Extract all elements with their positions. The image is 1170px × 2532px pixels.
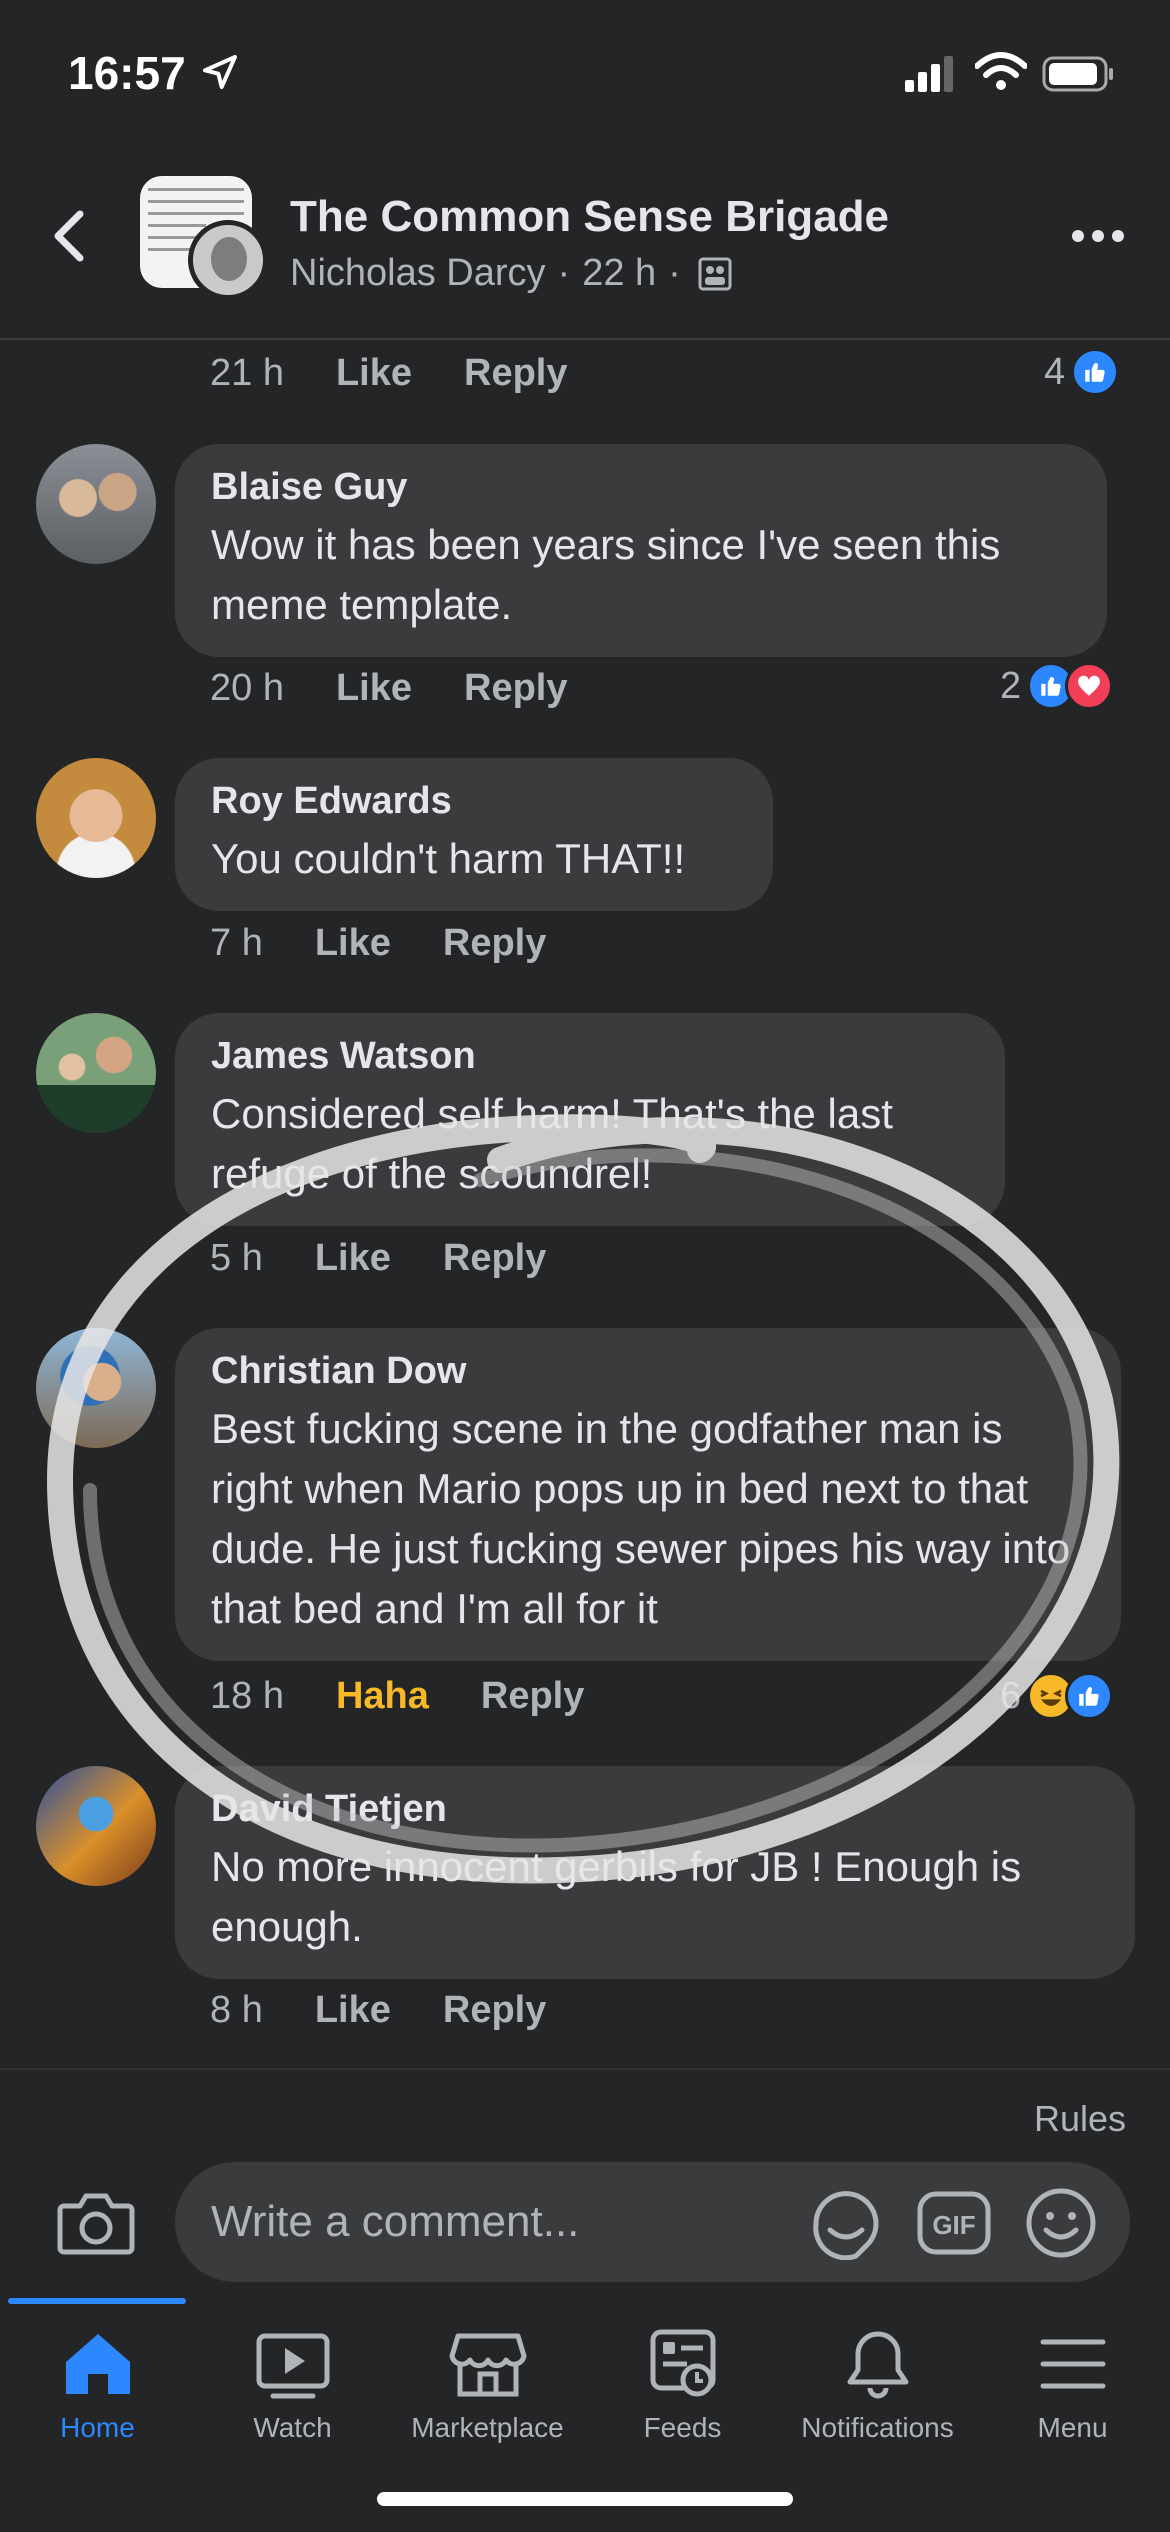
tab-watch[interactable]: Watch [195,2328,390,2478]
poster-name[interactable]: Nicholas Darcy [290,252,546,295]
watch-icon [256,2333,329,2399]
tab-home[interactable]: Home [0,2328,195,2478]
like-button[interactable]: Like [315,922,391,965]
like-reaction-icon [1065,1672,1114,1720]
post-time: 22 h [582,252,657,294]
wifi-icon [975,52,1027,90]
bell-icon [847,2331,908,2399]
feeds-icon [650,2329,715,2397]
reaction-summary[interactable]: 6 [1000,1672,1114,1720]
like-reaction-icon [1071,348,1120,396]
avatar[interactable] [36,1328,156,1448]
back-chevron-icon[interactable] [44,206,94,266]
sticker-icon[interactable] [808,2188,884,2260]
comment-actions: 7 h Like Reply [210,922,598,965]
tab-label: Marketplace [411,2412,564,2443]
reaction-count: 2 [1000,664,1022,707]
comment-bubble[interactable]: Christian Dow Best fucking scene in the … [175,1328,1121,1661]
reply-button[interactable]: Reply [481,1675,584,1718]
active-tab-indicator [8,2298,186,2304]
comment-time: 18 h [210,1675,284,1717]
tab-marketplace[interactable]: Marketplace [390,2328,585,2478]
menu-icon [1040,2339,1105,2389]
home-indicator[interactable] [377,2492,793,2506]
comment-text: No more innocent gerbils for JB ! Enough… [211,1843,1022,1950]
comment-time: 8 h [210,1989,263,2031]
comment-author[interactable]: James Watson [211,1035,969,1078]
comment-bubble[interactable]: Roy Edwards You couldn't harm THAT!! [175,758,773,911]
post-header: The Common Sense Brigade Nicholas Darcy … [0,150,1170,340]
comment-text: Best fucking scene in the godfather man … [211,1405,1071,1632]
comment-author[interactable]: Roy Edwards [211,780,737,823]
reply-button[interactable]: Reply [443,922,546,965]
group-title[interactable]: The Common Sense Brigade [290,192,889,242]
separator: · [668,252,681,294]
comment-composer: Rules GIF [0,2068,1170,2298]
more-options-icon[interactable] [1070,226,1126,246]
comment-actions: 20 h Like Reply [210,667,620,710]
tab-label: Watch [253,2412,332,2443]
tab-label: Menu [1037,2412,1108,2443]
avatar[interactable] [36,758,156,878]
comment-text: Considered self harm! That's the last re… [211,1090,893,1197]
home-icon [65,2334,130,2394]
comment-actions: 5 h Like Reply [210,1237,598,1280]
reaction-count: 4 [1044,350,1066,393]
separator: · [557,252,571,294]
reaction-summary[interactable]: 2 [1000,662,1114,710]
status-time: 16:57 [68,47,186,99]
avatar[interactable] [36,1766,156,1886]
cellular-signal-icon [905,56,953,92]
poster-avatar[interactable] [188,220,268,300]
reply-button[interactable]: Reply [443,1237,546,1280]
comment-text: You couldn't harm THAT!! [211,835,686,882]
tab-feeds[interactable]: Feeds [585,2328,780,2478]
comment-author[interactable]: Blaise Guy [211,466,1071,509]
comment-author[interactable]: David Tietjen [211,1788,1099,1831]
comment-author[interactable]: Christian Dow [211,1350,1085,1393]
avatar[interactable] [36,444,156,564]
tab-label: Home [60,2412,135,2443]
emoji-icon[interactable] [1024,2186,1098,2260]
comment-time: 5 h [210,1237,263,1279]
tab-label: Feeds [643,2412,722,2443]
reply-button[interactable]: Reply [443,1989,546,2032]
comment-time: 21 h [210,352,284,394]
comment-actions: 18 h Haha Reply [210,1675,636,1718]
camera-icon[interactable] [56,2190,136,2256]
comment-text: Wow it has been years since I've seen th… [211,521,1001,628]
tab-notifications[interactable]: Notifications [780,2328,975,2478]
like-button[interactable]: Like [315,1237,391,1280]
comment-actions: 21 h Like Reply [210,352,620,395]
gif-icon[interactable]: GIF [916,2190,992,2256]
comment-time: 7 h [210,922,263,964]
comment-actions: 8 h Like Reply [210,1989,598,2032]
status-bar: 16:57 [0,0,1170,150]
comment-bubble[interactable]: Blaise Guy Wow it has been years since I… [175,444,1107,657]
post-subtitle: Nicholas Darcy · 22 h · [290,252,733,295]
location-arrow-icon [203,55,237,89]
tab-menu[interactable]: Menu [975,2328,1170,2478]
rules-link[interactable]: Rules [1034,2098,1126,2140]
comment-bubble[interactable]: James Watson Considered self harm! That'… [175,1013,1005,1226]
reaction-count: 6 [1000,1674,1022,1717]
reaction-summary[interactable]: 4 [1044,348,1120,396]
like-button[interactable]: Like [336,667,412,710]
like-button[interactable]: Like [336,352,412,395]
like-button[interactable]: Like [315,1989,391,2032]
reply-button[interactable]: Reply [464,667,567,710]
love-reaction-icon [1065,662,1114,710]
svg-text:GIF: GIF [932,2210,975,2240]
haha-reaction-button[interactable]: Haha [336,1675,429,1718]
tab-label: Notifications [801,2412,954,2443]
comment-bubble[interactable]: David Tietjen No more innocent gerbils f… [175,1766,1135,1979]
comment-time: 20 h [210,667,284,709]
battery-icon [1042,56,1113,92]
group-privacy-icon [698,257,732,290]
marketplace-icon [449,2333,526,2397]
reply-button[interactable]: Reply [464,352,567,395]
avatar[interactable] [36,1013,156,1133]
